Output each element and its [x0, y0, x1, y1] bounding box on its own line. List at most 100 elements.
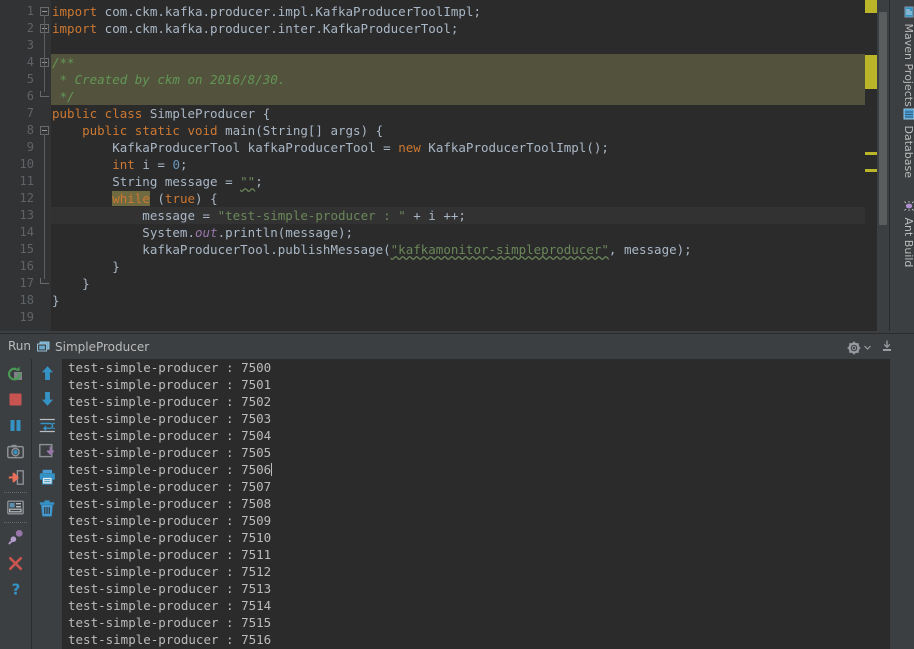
code-line[interactable]: kafkaProducerTool.publishMessage("kafkam…: [51, 241, 889, 258]
code-line[interactable]: * Created by ckm on 2016/8/30.: [51, 71, 889, 88]
ant-icon: [903, 199, 914, 211]
editor-scrollbar[interactable]: [877, 0, 889, 331]
code-token: kafkaProducerTool.publishMessage(: [52, 242, 391, 257]
intellij-idea-window: 1 2 3 4 5 6 7 8 9 10 11 12 13 14 15 16 17 18 19 import com…: [0, 0, 914, 649]
console-line[interactable]: test-simple-producer : 7512: [68, 563, 272, 580]
console-line[interactable]: test-simple-producer : 7516: [68, 631, 272, 648]
scroll-down-button[interactable]: [37, 389, 57, 409]
marker-warning[interactable]: [865, 55, 877, 89]
code-token: }: [52, 259, 120, 274]
gear-icon[interactable]: [847, 341, 871, 355]
editor-marker-stripe[interactable]: [865, 0, 877, 331]
code-line[interactable]: import com.ckm.kafka.producer.impl.Kafka…: [51, 3, 889, 20]
code-editor[interactable]: 1 2 3 4 5 6 7 8 9 10 11 12 13 14 15 16 17 18 19 import com…: [0, 0, 889, 331]
console-right-edge: [902, 359, 914, 649]
scroll-to-end-button[interactable]: [37, 441, 57, 461]
console-line[interactable]: test-simple-producer : 7508: [68, 495, 272, 512]
console-line[interactable]: test-simple-producer : 7504: [68, 427, 272, 444]
editor-scrollbar-thumb[interactable]: [879, 12, 887, 225]
code-line[interactable]: String message = "";: [51, 173, 889, 190]
console-line[interactable]: test-simple-producer : 7515: [68, 614, 272, 631]
code-token: }: [52, 276, 90, 291]
line-number: 6: [26, 89, 34, 103]
code-line[interactable]: */: [51, 88, 889, 105]
code-token: import: [52, 21, 98, 36]
console-line[interactable]: test-simple-producer : 7513: [68, 580, 272, 597]
maven-icon: [903, 5, 914, 18]
console-line[interactable]: test-simple-producer : 7509: [68, 512, 272, 529]
code-token: .println(message);: [217, 225, 354, 240]
dump-threads-button[interactable]: [6, 441, 26, 461]
tool-window-maven-projects[interactable]: Maven Projects: [890, 2, 914, 107]
console-line[interactable]: test-simple-producer : 7510: [68, 529, 272, 546]
code-line[interactable]: }: [51, 258, 889, 275]
code-line[interactable]: KafkaProducerTool kafkaProducerTool = ne…: [51, 139, 889, 156]
code-line[interactable]: public static void main(String[] args) {: [51, 122, 889, 139]
console-line[interactable]: test-simple-producer : 7505: [68, 444, 272, 461]
pin-tab-button[interactable]: [6, 527, 26, 547]
hide-icon[interactable]: [880, 338, 894, 357]
console-scrollbar[interactable]: [890, 359, 902, 649]
rerun-button[interactable]: [6, 363, 26, 383]
editor-gutter[interactable]: 1 2 3 4 5 6 7 8 9 10 11 12 13 14 15 16 17 18 19: [0, 0, 38, 331]
code-folding-strip[interactable]: [38, 0, 51, 331]
close-button[interactable]: [6, 553, 26, 573]
marker-warning[interactable]: [865, 169, 877, 172]
clear-all-button[interactable]: [37, 498, 57, 518]
console-output[interactable]: test-simple-producer : 7500 test-simple-p…: [62, 359, 902, 649]
line-number: 13: [19, 208, 34, 222]
code-token: String message =: [52, 174, 241, 189]
code-line[interactable]: /**: [51, 54, 889, 71]
code-line[interactable]: System.out.println(message);: [51, 224, 889, 241]
console-line[interactable]: test-simple-producer : 7507: [68, 478, 272, 495]
code-line[interactable]: while (true) {: [51, 190, 889, 207]
console-line[interactable]: test-simple-producer : 7502: [68, 393, 272, 410]
code-token: "": [240, 174, 256, 189]
console-line[interactable]: test-simple-producer : 7514: [68, 597, 272, 614]
line-number: 7: [26, 106, 34, 120]
code-token: com.ckm.kafka.producer.impl.KafkaProduce…: [97, 4, 481, 19]
pause-button[interactable]: [6, 415, 26, 435]
code-token: true: [164, 191, 196, 206]
run-tab-simpleproducer[interactable]: SimpleProducer: [32, 337, 154, 357]
console-output-text[interactable]: test-simple-producer : 7500 test-simple-p…: [68, 359, 273, 648]
code-token: System.: [52, 225, 195, 240]
code-line[interactable]: [51, 37, 889, 54]
code-line[interactable]: [51, 309, 889, 326]
code-line[interactable]: message = "test-simple-producer : " + i …: [51, 207, 889, 224]
marker-warning[interactable]: [865, 152, 877, 155]
right-tool-window-strip[interactable]: Maven Projects Database Ant Build: [889, 0, 914, 331]
code-token: "test-simple-producer : ": [217, 208, 406, 223]
console-view-button[interactable]: [6, 497, 26, 517]
code-token: message =: [52, 208, 218, 223]
code-token: main(String[] args) {: [225, 123, 384, 138]
console-line[interactable]: test-simple-producer : 7501: [68, 376, 272, 393]
code-line[interactable]: import com.ckm.kafka.producer.inter.Kafk…: [51, 20, 889, 37]
code-line[interactable]: }: [51, 292, 889, 309]
marker-warning[interactable]: [865, 0, 877, 13]
exit-button[interactable]: [6, 467, 26, 487]
print-button[interactable]: [37, 467, 57, 487]
console-line[interactable]: test-simple-producer : 7511: [68, 546, 272, 563]
code-line[interactable]: public class SimpleProducer {: [51, 105, 889, 122]
code-line[interactable]: int i = 0;: [51, 156, 889, 173]
tool-window-database[interactable]: Database: [890, 104, 914, 178]
run-toolbar-right: [31, 359, 62, 649]
soft-wrap-button[interactable]: [37, 415, 57, 435]
line-number: 2: [26, 21, 34, 35]
help-button[interactable]: ?: [6, 579, 26, 599]
scroll-up-button[interactable]: [37, 363, 57, 383]
stop-button[interactable]: [6, 389, 26, 409]
console-line[interactable]: test-simple-producer : 7500: [68, 359, 272, 376]
code-line[interactable]: }: [51, 275, 889, 292]
tool-window-label: Database: [902, 125, 914, 179]
line-number: 18: [19, 293, 34, 307]
run-tool-window-body: ? test-simple-producer: 7500 test-simpl…: [0, 359, 914, 649]
code-token: KafkaProducerToolImpl();: [428, 140, 609, 155]
editor-code-content[interactable]: import com.ckm.kafka.producer.impl.Kafka…: [51, 0, 889, 331]
line-number: 8: [26, 123, 34, 137]
tool-window-ant-build[interactable]: Ant Build: [890, 196, 914, 267]
console-line[interactable]: test-simple-producer : 7506: [68, 461, 273, 478]
run-tool-window: Run SimpleProducer ? test-simple-produce…: [0, 331, 914, 649]
console-line[interactable]: test-simple-producer : 7503: [68, 410, 272, 427]
